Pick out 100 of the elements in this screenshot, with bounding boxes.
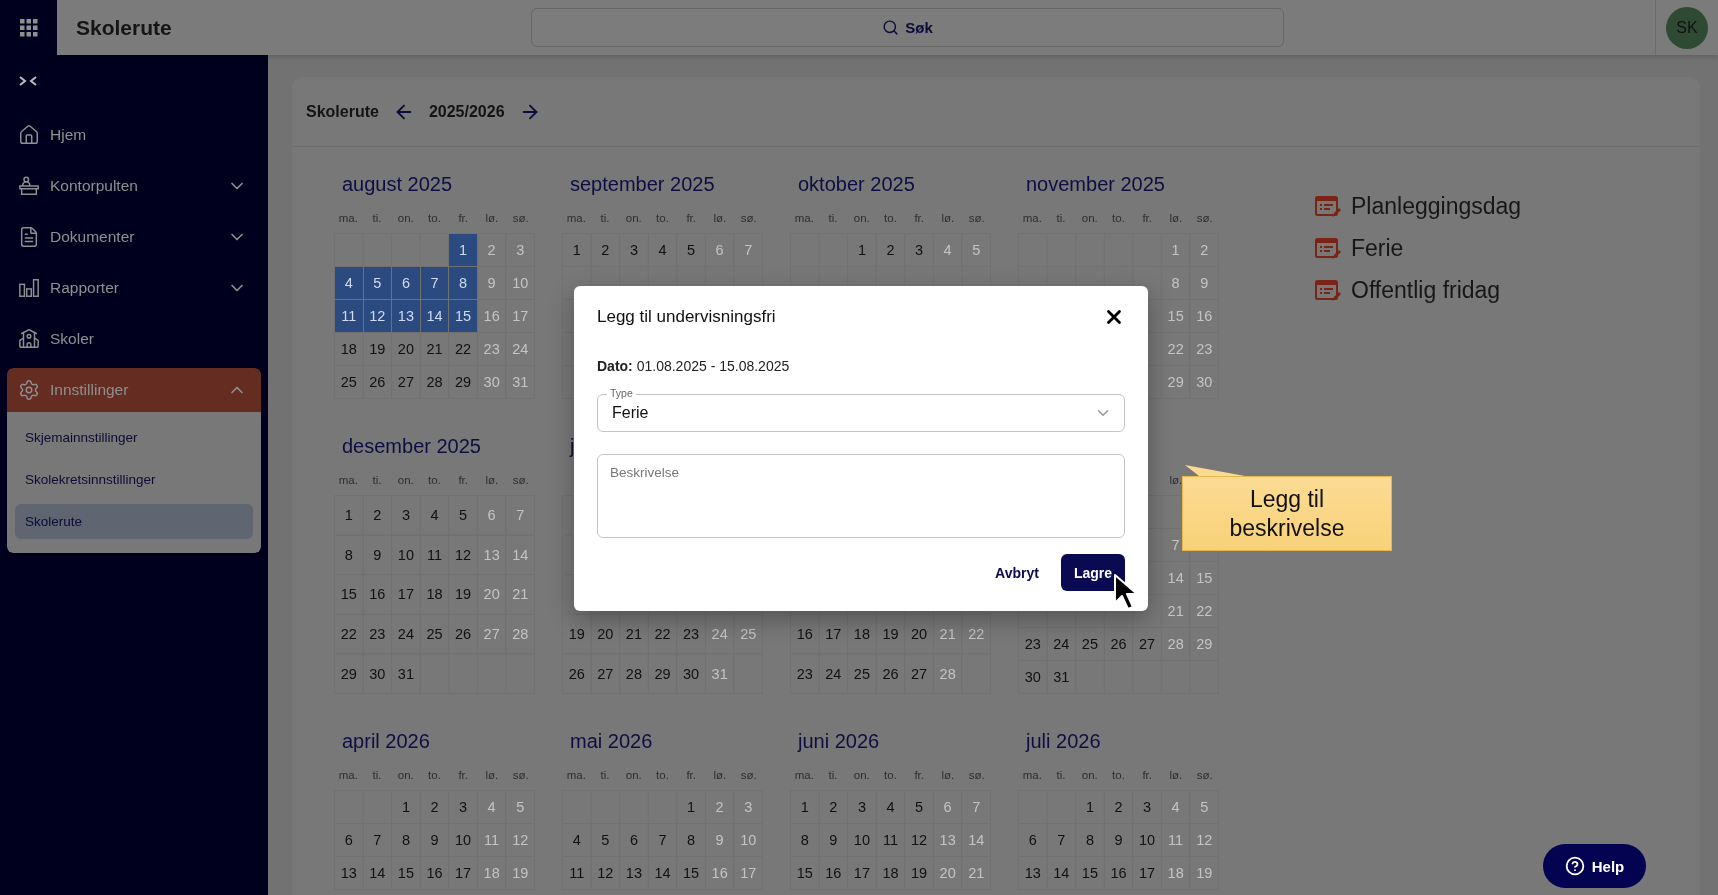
day-cell[interactable]: 11: [420, 535, 450, 576]
day-cell[interactable]: 6: [477, 496, 507, 536]
day-cell[interactable]: 14: [1047, 857, 1077, 890]
day-cell[interactable]: 26: [1104, 628, 1134, 661]
day-cell[interactable]: 28: [620, 654, 649, 694]
day-cell[interactable]: 19: [563, 614, 592, 655]
sidebar-item[interactable]: Innstillinger: [7, 368, 261, 412]
day-cell[interactable]: 3: [620, 234, 649, 267]
day-cell[interactable]: 21: [1161, 595, 1191, 628]
day-cell[interactable]: 9: [819, 824, 849, 857]
day-cell[interactable]: 27: [1133, 628, 1162, 661]
day-cell[interactable]: 1: [335, 496, 364, 536]
day-cell[interactable]: 27: [392, 366, 421, 399]
day-cell[interactable]: 2: [1190, 234, 1219, 267]
day-cell[interactable]: 30: [1190, 366, 1219, 399]
day-cell[interactable]: 13: [392, 300, 421, 333]
day-cell[interactable]: 26: [563, 654, 592, 694]
day-cell[interactable]: 14: [363, 857, 393, 890]
day-cell[interactable]: 16: [1104, 857, 1134, 890]
submenu-item[interactable]: Skolerute: [15, 504, 253, 539]
day-cell[interactable]: 11: [477, 824, 507, 857]
day-cell[interactable]: 2: [591, 234, 621, 267]
day-cell[interactable]: 14: [506, 535, 535, 576]
day-cell[interactable]: 25: [335, 366, 364, 399]
day-cell[interactable]: 1: [677, 791, 706, 824]
day-cell[interactable]: 18: [420, 575, 450, 615]
day-cell[interactable]: 26: [876, 654, 906, 694]
day-cell[interactable]: 14: [648, 857, 678, 890]
day-cell[interactable]: 7: [506, 496, 535, 536]
day-cell[interactable]: 10: [392, 535, 421, 576]
submenu-item[interactable]: Skolekretsinnstillinger: [15, 462, 253, 497]
search-field[interactable]: Søk: [531, 8, 1284, 47]
day-cell[interactable]: 28: [420, 366, 450, 399]
day-cell[interactable]: 11: [335, 300, 364, 333]
sidebar-item[interactable]: Dokumenter: [7, 215, 261, 259]
day-cell[interactable]: 16: [705, 857, 735, 890]
day-cell[interactable]: 29: [335, 654, 364, 694]
day-cell[interactable]: 12: [591, 857, 621, 890]
day-cell[interactable]: 4: [1161, 791, 1191, 824]
day-cell[interactable]: 9: [363, 535, 393, 576]
day-cell[interactable]: 2: [1104, 791, 1134, 824]
day-cell[interactable]: 20: [477, 575, 507, 615]
day-cell[interactable]: 2: [363, 496, 393, 536]
day-cell[interactable]: 1: [449, 234, 478, 267]
day-cell[interactable]: 5: [449, 496, 478, 536]
day-cell[interactable]: 10: [848, 824, 877, 857]
day-cell[interactable]: 28: [933, 654, 963, 694]
day-cell[interactable]: 4: [933, 234, 963, 267]
sidebar-item[interactable]: Hjem: [7, 113, 261, 157]
day-cell[interactable]: 21: [620, 614, 649, 655]
day-cell[interactable]: 5: [363, 267, 393, 300]
day-cell[interactable]: 22: [1190, 595, 1219, 628]
day-cell[interactable]: 15: [791, 857, 820, 890]
day-cell[interactable]: 9: [420, 824, 450, 857]
day-cell[interactable]: 30: [363, 654, 393, 694]
day-cell[interactable]: 16: [420, 857, 450, 890]
day-cell[interactable]: 21: [962, 857, 991, 890]
sidebar-item[interactable]: Skoler: [7, 317, 261, 361]
save-button[interactable]: Lagre: [1060, 554, 1125, 591]
day-cell[interactable]: 7: [363, 824, 393, 857]
day-cell[interactable]: 13: [1019, 857, 1048, 890]
day-cell[interactable]: 5: [1190, 791, 1219, 824]
day-cell[interactable]: 15: [677, 857, 706, 890]
day-cell[interactable]: 18: [477, 857, 507, 890]
day-cell[interactable]: 15: [1076, 857, 1105, 890]
day-cell[interactable]: 4: [420, 496, 450, 536]
day-cell[interactable]: 11: [563, 857, 592, 890]
day-cell[interactable]: 6: [392, 267, 421, 300]
day-cell[interactable]: 23: [1019, 628, 1048, 661]
day-cell[interactable]: 27: [477, 614, 507, 655]
day-cell[interactable]: 23: [791, 654, 820, 694]
day-cell[interactable]: 3: [392, 496, 421, 536]
sidebar-item[interactable]: Kontorpulten: [7, 164, 261, 208]
day-cell[interactable]: 23: [477, 333, 507, 366]
day-cell[interactable]: 17: [392, 575, 421, 615]
day-cell[interactable]: 9: [477, 267, 507, 300]
day-cell[interactable]: 13: [477, 535, 507, 576]
day-cell[interactable]: 4: [563, 824, 592, 857]
apps-grid-icon[interactable]: [19, 18, 38, 37]
day-cell[interactable]: 6: [705, 234, 735, 267]
day-cell[interactable]: 14: [420, 300, 450, 333]
day-cell[interactable]: 8: [449, 267, 478, 300]
day-cell[interactable]: 2: [477, 234, 507, 267]
day-cell[interactable]: 5: [905, 791, 934, 824]
day-cell[interactable]: 16: [363, 575, 393, 615]
day-cell[interactable]: 8: [392, 824, 421, 857]
day-cell[interactable]: 9: [705, 824, 735, 857]
day-cell[interactable]: 29: [1161, 366, 1191, 399]
day-cell[interactable]: 8: [1076, 824, 1105, 857]
day-cell[interactable]: 14: [962, 824, 991, 857]
day-cell[interactable]: 26: [363, 366, 393, 399]
day-cell[interactable]: 28: [1161, 628, 1191, 661]
day-cell[interactable]: 7: [962, 791, 991, 824]
day-cell[interactable]: 18: [876, 857, 906, 890]
day-cell[interactable]: 6: [335, 824, 364, 857]
day-cell[interactable]: 10: [734, 824, 763, 857]
day-cell[interactable]: 29: [449, 366, 478, 399]
day-cell[interactable]: 22: [962, 614, 991, 655]
day-cell[interactable]: 7: [1047, 824, 1077, 857]
day-cell[interactable]: 1: [392, 791, 421, 824]
